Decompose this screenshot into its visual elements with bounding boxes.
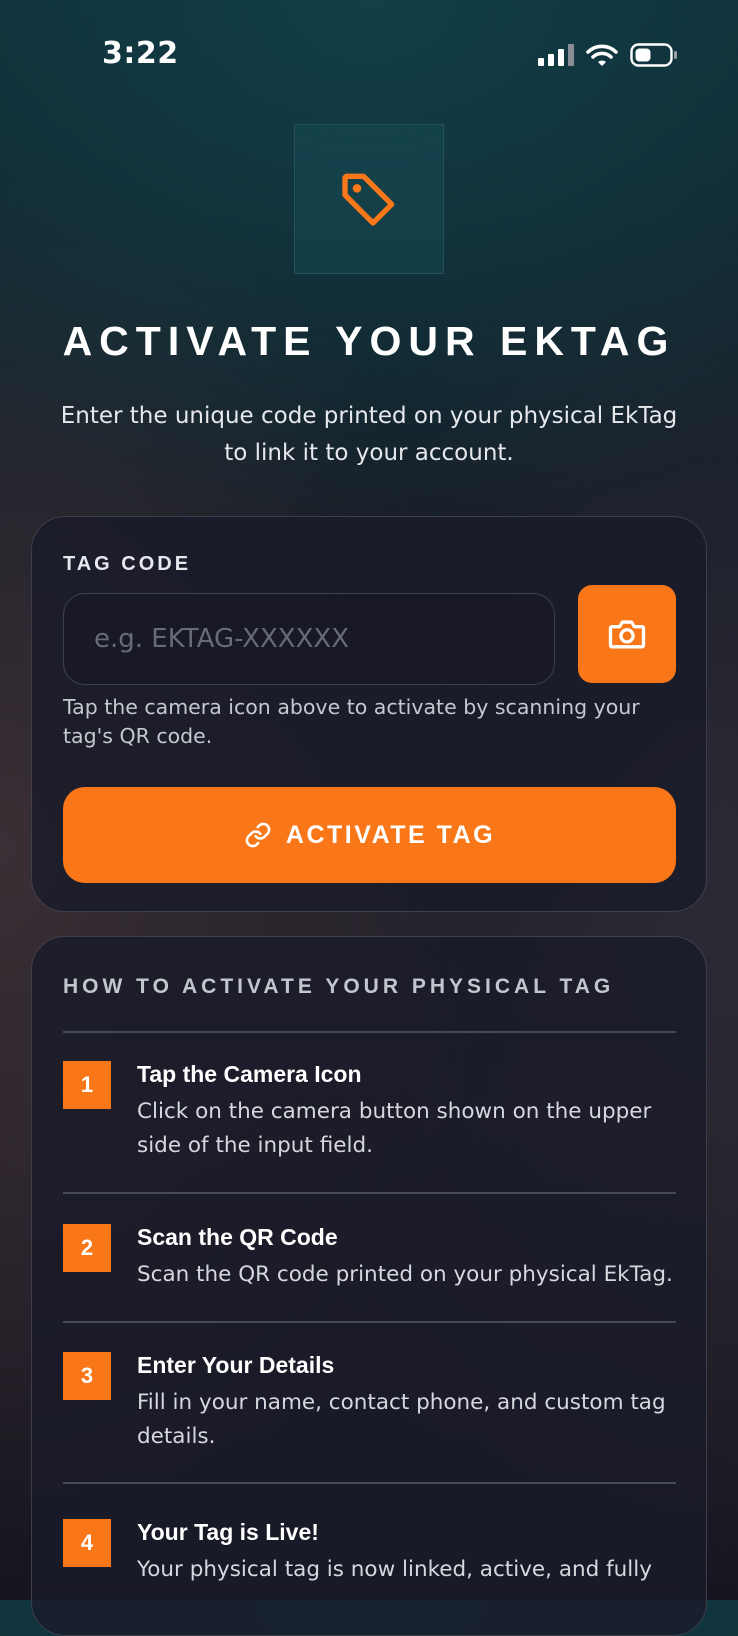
step-title: Your Tag is Live! (137, 1519, 319, 1545)
divider (63, 1321, 676, 1323)
status-time: 3:22 (102, 36, 179, 71)
step-number-badge: 4 (63, 1519, 111, 1567)
tag-code-label: TAG CODE (63, 553, 192, 575)
status-icons (538, 42, 678, 68)
camera-icon (608, 620, 646, 649)
step-description: Scan the QR code printed on your physica… (137, 1262, 673, 1287)
status-bar: 3:22 (0, 0, 738, 110)
divider (63, 1482, 676, 1484)
wifi-icon (586, 44, 618, 66)
step-title: Tap the Camera Icon (137, 1061, 362, 1087)
page-title: ACTIVATE YOUR EKTAG (62, 318, 676, 364)
step-title: Scan the QR Code (137, 1224, 338, 1250)
activate-tag-button[interactable]: ACTIVATE TAG (63, 787, 676, 883)
step-title: Enter Your Details (137, 1352, 335, 1378)
divider (63, 1031, 676, 1033)
step-description: Click on the camera button shown on the … (137, 1099, 652, 1158)
link-icon (245, 822, 271, 848)
instructions-title: HOW TO ACTIVATE YOUR PHYSICAL TAG (63, 975, 615, 998)
instructions-card: HOW TO ACTIVATE YOUR PHYSICAL TAG 1 Tap … (31, 936, 707, 1636)
scan-helper-text: Tap the camera icon above to activate by… (63, 695, 640, 748)
scan-qr-camera-button[interactable] (578, 585, 676, 683)
tag-code-input[interactable] (63, 593, 555, 685)
step-number-badge: 2 (63, 1224, 111, 1272)
battery-icon (630, 43, 677, 67)
tag-icon (342, 173, 395, 226)
page-subtitle: Enter the unique code printed on your ph… (60, 403, 678, 466)
tag-logo (294, 124, 444, 274)
step-description: Your physical tag is now linked, active,… (137, 1557, 652, 1582)
divider (63, 1192, 676, 1194)
activation-form-card: TAG CODE Tap the camera icon above to ac… (31, 516, 707, 912)
step-description: Fill in your name, contact phone, and cu… (137, 1390, 666, 1449)
step-number-badge: 3 (63, 1352, 111, 1400)
activate-tag-label: ACTIVATE TAG (285, 820, 496, 849)
step-number-badge: 1 (63, 1061, 111, 1109)
cellular-signal-icon (538, 44, 574, 66)
